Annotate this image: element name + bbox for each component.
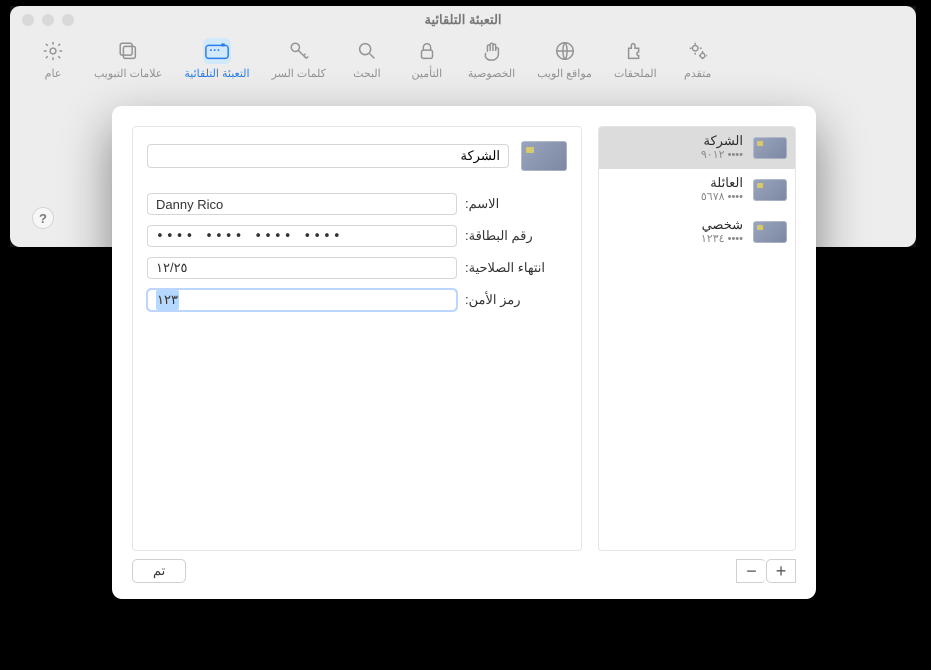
- cardholder-name-input[interactable]: [147, 193, 457, 215]
- card-number-input[interactable]: [147, 225, 457, 247]
- card-description-input[interactable]: [147, 144, 509, 168]
- credit-card-icon: [753, 221, 787, 243]
- card-list-item[interactable]: العائلة •••• ٥٦٧٨: [599, 169, 795, 211]
- card-expiry-input[interactable]: [147, 257, 457, 279]
- remove-card-button[interactable]: −: [736, 559, 766, 583]
- card-list-item[interactable]: الشركة •••• ٩٠١٢: [599, 127, 795, 169]
- card-list-item[interactable]: شخصي •••• ١٢٣٤: [599, 211, 795, 253]
- card-last4-label: •••• ٥٦٧٨: [701, 191, 743, 205]
- add-card-button[interactable]: +: [766, 559, 796, 583]
- sheet-footer: + − تم: [112, 551, 816, 599]
- sheet-body: الشركة •••• ٩٠١٢ العائلة •••• ٥٦٧٨ شخصي …: [112, 106, 816, 551]
- card-name-label: شخصي: [701, 217, 743, 233]
- credit-card-icon: [753, 179, 787, 201]
- cvc-label: رمز الأمن:: [465, 292, 567, 308]
- card-last4-label: •••• ٩٠١٢: [701, 149, 743, 163]
- card-name-label: الشركة: [701, 133, 743, 149]
- credit-cards-sheet: الشركة •••• ٩٠١٢ العائلة •••• ٥٦٧٨ شخصي …: [112, 106, 816, 599]
- minus-icon: −: [746, 562, 757, 580]
- card-last4-label: •••• ١٢٣٤: [701, 233, 743, 247]
- credit-card-icon: [521, 141, 567, 171]
- name-label: الاسم:: [465, 196, 567, 212]
- card-name-label: العائلة: [701, 175, 743, 191]
- card-detail-pane: الاسم: رقم البطاقة: انتهاء الصلاحية: رمز…: [132, 126, 582, 551]
- detail-header: [147, 141, 567, 171]
- add-remove-group: + −: [736, 559, 796, 583]
- number-label: رقم البطاقة:: [465, 228, 567, 244]
- expiry-label: انتهاء الصلاحية:: [465, 260, 567, 276]
- card-cvc-input[interactable]: ١٢٣: [147, 289, 457, 311]
- done-button[interactable]: تم: [132, 559, 186, 583]
- plus-icon: +: [776, 562, 787, 580]
- credit-card-icon: [753, 137, 787, 159]
- cvc-selected-text: ١٢٣: [156, 290, 179, 310]
- card-list: الشركة •••• ٩٠١٢ العائلة •••• ٥٦٧٨ شخصي …: [598, 126, 796, 551]
